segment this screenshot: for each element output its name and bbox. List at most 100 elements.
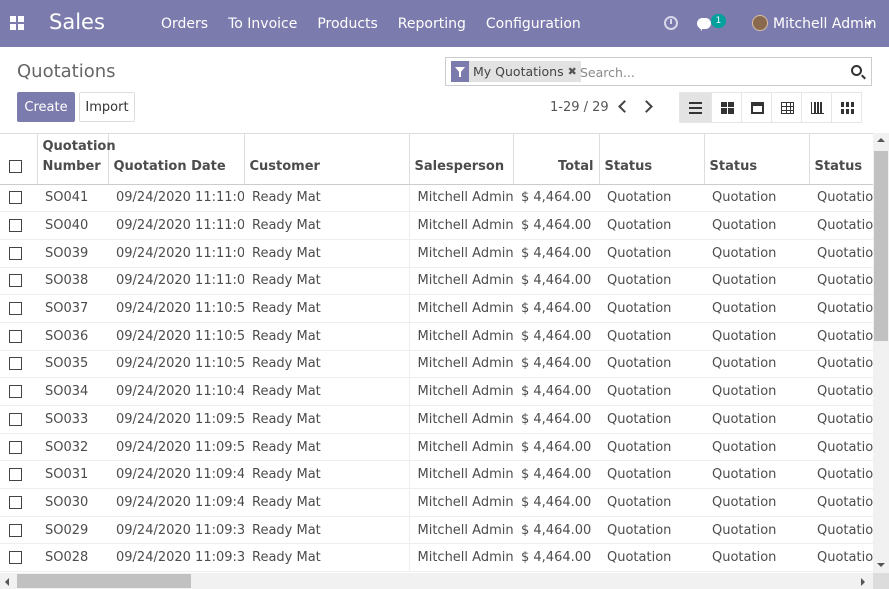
customer-cell[interactable]: Ready Mat xyxy=(244,350,410,379)
activity-view-button[interactable] xyxy=(831,92,862,123)
scroll-up-icon[interactable] xyxy=(877,138,885,142)
row-checkbox[interactable] xyxy=(9,274,22,288)
quotation-date-cell[interactable]: 09/24/2020 11:09:46 xyxy=(108,488,244,517)
quotation-number-cell[interactable]: SO030 xyxy=(37,488,108,517)
table-row[interactable]: SO035 09/24/2020 11:10:52 Ready Mat Mitchel… xyxy=(0,350,873,379)
status-cell[interactable]: Quotation xyxy=(809,377,873,406)
column-header-quotation-number[interactable]: Quotation Number xyxy=(37,134,116,185)
search-input[interactable] xyxy=(580,63,842,81)
quotation-number-cell[interactable]: SO033 xyxy=(37,405,108,434)
table-row[interactable]: SO030 09/24/2020 11:09:46 Ready Mat Mitchel… xyxy=(0,488,873,517)
status-cell[interactable]: Quotation xyxy=(809,460,873,490)
customer-cell[interactable]: Ready Mat xyxy=(244,322,410,351)
status-cell[interactable]: Quotation xyxy=(809,294,873,323)
column-header-salesperson[interactable]: Salesperson xyxy=(409,134,514,185)
status-cell[interactable]: Quotation xyxy=(704,294,809,323)
column-header-status[interactable]: Status xyxy=(704,134,810,185)
total-cell[interactable]: $ 4,464.00 xyxy=(513,377,599,406)
status-cell[interactable]: Quotation xyxy=(809,267,873,296)
salesperson-cell[interactable]: Mitchell Admin xyxy=(409,488,513,517)
salesperson-cell[interactable]: Mitchell Admin xyxy=(409,460,513,490)
quotation-number-cell[interactable]: SO041 xyxy=(37,184,108,213)
row-checkbox[interactable] xyxy=(9,495,22,509)
quotation-date-cell[interactable]: 09/24/2020 11:11:04 xyxy=(108,239,244,268)
quotation-date-cell[interactable]: 09/24/2020 11:09:37 xyxy=(108,516,244,545)
quotation-number-cell[interactable]: SO038 xyxy=(37,267,108,296)
quotation-number-cell[interactable]: SO036 xyxy=(37,322,108,351)
status-cell[interactable]: Quotation xyxy=(704,322,809,351)
quotation-number-cell[interactable]: SO040 xyxy=(37,211,108,240)
customer-cell[interactable]: Ready Mat xyxy=(244,267,410,296)
quotation-number-cell[interactable]: SO029 xyxy=(37,516,108,545)
quotation-date-cell[interactable]: 09/24/2020 11:10:56 xyxy=(108,322,244,351)
menu-item-reporting[interactable]: Reporting xyxy=(398,16,466,32)
quotation-number-cell[interactable]: SO032 xyxy=(37,433,108,462)
customer-cell[interactable]: Ready Mat xyxy=(244,516,410,545)
customer-cell[interactable]: Ready Mat xyxy=(244,211,410,240)
scroll-right-icon[interactable] xyxy=(861,578,865,586)
status-cell[interactable]: Quotation xyxy=(599,488,704,517)
table-row[interactable]: SO031 09/24/2020 11:09:49 Ready Mat Mitchel… xyxy=(0,460,873,490)
status-cell[interactable]: Quotation xyxy=(704,239,809,268)
customer-cell[interactable]: Ready Mat xyxy=(244,433,410,462)
menu-item-products[interactable]: Products xyxy=(317,16,377,32)
caret-down-icon[interactable] xyxy=(866,22,872,26)
status-cell[interactable]: Quotation xyxy=(704,433,809,462)
status-cell[interactable]: Quotation xyxy=(599,377,704,406)
status-cell[interactable]: Quotation xyxy=(599,322,704,351)
status-cell[interactable]: Quotation xyxy=(599,516,704,545)
quotation-number-cell[interactable]: SO037 xyxy=(37,294,108,323)
clock-icon[interactable] xyxy=(664,16,678,30)
total-cell[interactable]: $ 4,464.00 xyxy=(513,460,599,490)
quotation-number-cell[interactable]: SO028 xyxy=(37,543,108,573)
status-cell[interactable]: Quotation xyxy=(809,433,873,462)
column-header-total[interactable]: Total xyxy=(513,134,600,185)
column-header-customer[interactable]: Customer xyxy=(244,134,410,185)
total-cell[interactable]: $ 4,464.00 xyxy=(513,488,599,517)
status-cell[interactable]: Quotation xyxy=(704,516,809,545)
status-cell[interactable]: Quotation xyxy=(704,267,809,296)
row-checkbox[interactable] xyxy=(9,551,22,565)
total-cell[interactable]: $ 4,464.00 xyxy=(513,516,599,545)
search-icon[interactable] xyxy=(851,65,862,76)
quotation-date-cell[interactable]: 09/24/2020 11:09:51 xyxy=(108,433,244,462)
calendar-view-button[interactable] xyxy=(741,92,772,123)
pivot-view-button[interactable] xyxy=(771,92,802,123)
menu-item-to-invoice[interactable]: To Invoice xyxy=(228,16,297,32)
row-checkbox[interactable] xyxy=(9,357,22,371)
status-cell[interactable]: Quotation xyxy=(599,460,704,490)
horizontal-scroll-thumb[interactable] xyxy=(17,574,191,588)
chat-icon[interactable] xyxy=(697,18,711,31)
status-cell[interactable]: Quotation xyxy=(704,488,809,517)
quotation-number-cell[interactable]: SO031 xyxy=(37,460,108,490)
salesperson-cell[interactable]: Mitchell Admin xyxy=(409,516,513,545)
salesperson-cell[interactable]: Mitchell Admin xyxy=(409,350,513,379)
app-title[interactable]: Sales xyxy=(49,10,105,34)
quotation-date-cell[interactable]: 09/24/2020 11:11:06 xyxy=(108,211,244,240)
vertical-scroll-thumb[interactable] xyxy=(874,151,888,341)
total-cell[interactable]: $ 4,464.00 xyxy=(513,211,599,240)
total-cell[interactable]: $ 4,464.00 xyxy=(513,322,599,351)
salesperson-cell[interactable]: Mitchell Admin xyxy=(409,377,513,406)
column-header-status[interactable]: Status xyxy=(599,134,705,185)
total-cell[interactable]: $ 4,464.00 xyxy=(513,267,599,296)
status-cell[interactable]: Quotation xyxy=(599,267,704,296)
row-checkbox[interactable] xyxy=(9,440,22,454)
vertical-scrollbar[interactable] xyxy=(873,133,889,573)
status-cell[interactable]: Quotation xyxy=(704,405,809,434)
list-view-button[interactable] xyxy=(679,92,712,123)
status-cell[interactable]: Quotation xyxy=(704,377,809,406)
pager-next-button[interactable] xyxy=(641,98,657,116)
salesperson-cell[interactable]: Mitchell Admin xyxy=(409,433,513,462)
table-row[interactable]: SO039 09/24/2020 11:11:04 Ready Mat Mitchel… xyxy=(0,239,873,268)
row-checkbox[interactable] xyxy=(9,246,22,260)
salesperson-cell[interactable]: Mitchell Admin xyxy=(409,322,513,351)
customer-cell[interactable]: Ready Mat xyxy=(244,239,410,268)
row-checkbox[interactable] xyxy=(9,385,22,399)
quotation-date-cell[interactable]: 09/24/2020 11:09:54 xyxy=(108,405,244,434)
customer-cell[interactable]: Ready Mat xyxy=(244,405,410,434)
quotation-number-cell[interactable]: SO035 xyxy=(37,350,108,379)
row-checkbox[interactable] xyxy=(9,219,22,233)
customer-cell[interactable]: Ready Mat xyxy=(244,460,410,490)
status-cell[interactable]: Quotation xyxy=(599,239,704,268)
